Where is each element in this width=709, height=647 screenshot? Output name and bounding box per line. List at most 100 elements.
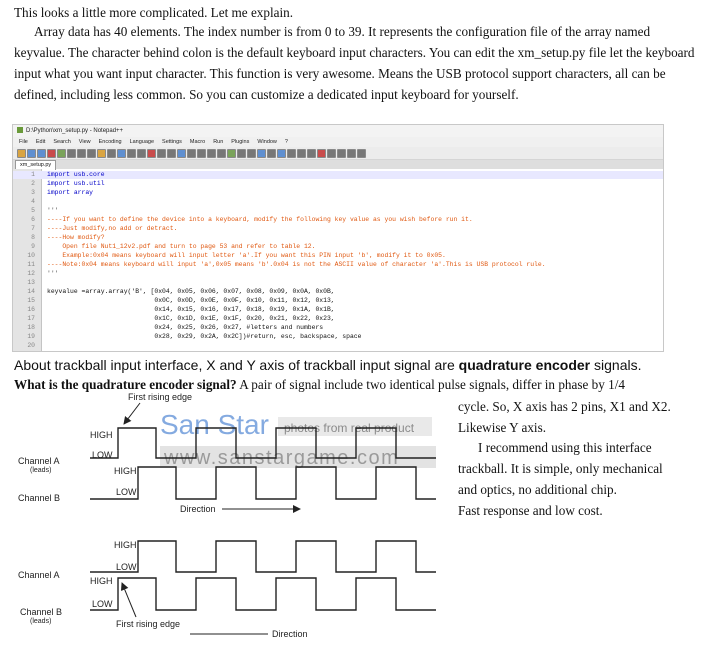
recommendation: I recommend using this interface trackbal… [458,437,698,521]
toolbar-button[interactable] [117,149,126,158]
channel-b-label-bottom: Channel B [20,607,62,617]
code-line: 14 keyvalue =array.array('B', [0x04, 0x05… [13,288,663,296]
toolbar-button[interactable] [167,149,176,158]
toolbar-button[interactable] [347,149,356,158]
menu-item[interactable]: View [79,139,91,145]
channel-b-label: Channel B [18,493,60,503]
menu-item[interactable]: Edit [36,139,45,145]
menu-item[interactable]: Settings [162,139,182,145]
line-number: 20 [27,342,35,349]
toolbar-button[interactable] [47,149,56,158]
code-text: import usb.core [47,171,105,178]
menu-item[interactable]: Plugins [231,139,249,145]
menu-item[interactable]: ? [285,139,288,145]
toolbar-button[interactable] [107,149,116,158]
toolbar-button[interactable] [147,149,156,158]
intro-heading: This looks a little more complicated. Le… [14,5,294,20]
recommend-line: and optics, no additional chip. [458,482,617,497]
code-text: ----Note:0x04 means keyboard will input … [47,261,546,268]
line-number: 15 [27,297,35,304]
notepad-icon [17,127,23,134]
editor-tab-bar: xm_setup.py [13,160,663,170]
code-line: 7 ----Just modify,no add or detract. [13,225,663,233]
code-text: ----Just modify,no add or detract. [47,225,178,232]
channel-a-label-bottom: Channel A [18,570,60,580]
toolbar-button[interactable] [327,149,336,158]
line-number: 11 [27,261,35,268]
editor-menu-bar: File Edit Search View Encoding Language Settin… [13,137,663,147]
menu-item[interactable]: Macro [190,139,205,145]
toolbar-button[interactable] [37,149,46,158]
code-line: 13 [13,279,663,287]
menu-item[interactable]: Run [213,139,223,145]
code-text: 0x24, 0x25, 0x26, 0x27, #letters and num… [47,324,324,331]
menu-item[interactable]: Language [130,139,154,145]
toolbar-button[interactable] [197,149,206,158]
toolbar-button[interactable] [287,149,296,158]
menu-item[interactable]: File [19,139,28,145]
code-line: 5 ''' [13,207,663,215]
code-text: keyvalue =array.array('B', [0x04, 0x05, … [47,288,335,295]
toolbar-button[interactable] [27,149,36,158]
code-text: import usb.util [47,180,105,187]
toolbar-button[interactable] [157,149,166,158]
menu-item[interactable]: Encoding [99,139,122,145]
toolbar-button[interactable] [17,149,26,158]
code-line: 12 ''' [13,270,663,278]
toolbar-button[interactable] [297,149,306,158]
toolbar-button[interactable] [277,149,286,158]
low-label-bottom: LOW [116,562,137,572]
toolbar-button[interactable] [217,149,226,158]
toolbar-button[interactable] [247,149,256,158]
answer-continuation: cycle. So, X axis has 2 pins, X1 and X2.… [458,396,698,438]
toolbar-button[interactable] [307,149,316,158]
toolbar-button[interactable] [337,149,346,158]
code-line: 10 Example:0x04 means keyboard will inpu… [13,252,663,260]
toolbar-button[interactable] [267,149,276,158]
toolbar-button[interactable] [177,149,186,158]
toolbar-button[interactable] [257,149,266,158]
quadrature-timing-diagram: San Star photos from real product www.sa… [18,392,436,639]
code-line: 16 0x14, 0x15, 0x16, 0x17, 0x18, 0x19, 0… [13,306,663,314]
code-editor[interactable]: 1 import usb.core 2 import usb.util 3 import … [13,169,663,351]
code-text: 0x0C, 0x0D, 0x0E, 0x0F, 0x10, 0x11, 0x12… [47,297,335,304]
high-label-bottom-b: HIGH [90,576,113,586]
toolbar-button[interactable] [187,149,196,158]
code-line: 17 0x1C, 0x1D, 0x1E, 0x1F, 0x20, 0x21, 0… [13,315,663,323]
first-edge-arrow [123,402,141,425]
line-number: 16 [27,306,35,313]
toolbar-button[interactable] [137,149,146,158]
toolbar-button[interactable] [67,149,76,158]
toolbar-button[interactable] [237,149,246,158]
line-number: 4 [31,198,35,205]
direction-label: Direction [180,504,216,514]
code-line: 4 [13,198,663,206]
code-text: ''' [47,207,59,214]
toolbar-button[interactable] [57,149,66,158]
line-number: 18 [27,324,35,331]
line-number: 12 [27,270,35,277]
toolbar-button[interactable] [227,149,236,158]
toolbar-button[interactable] [87,149,96,158]
line-number: 14 [27,288,35,295]
toolbar-button[interactable] [127,149,136,158]
line-number: 8 [31,234,35,241]
line-number: 7 [31,225,35,232]
line-number: 2 [31,180,35,187]
editor-title-bar: D:\Python\xm_setup.py - Notepad++ [13,125,663,137]
quadrature-encoder-emphasis: quadrature encoder [458,357,591,373]
code-text: 0x1C, 0x1D, 0x1E, 0x1F, 0x20, 0x21, 0x22… [47,315,335,322]
toolbar-button[interactable] [317,149,326,158]
code-line: 2 import usb.util [13,180,663,188]
toolbar-button[interactable] [207,149,216,158]
toolbar-button[interactable] [357,149,366,158]
answer-line: cycle. So, X axis has 2 pins, X1 and X2. [458,399,671,414]
answer-line: Likewise Y axis. [458,420,547,435]
toolbar-button[interactable] [97,149,106,158]
menu-item[interactable]: Search [53,139,70,145]
menu-item[interactable]: Window [257,139,277,145]
low-label-b: LOW [116,487,137,497]
line-number: 13 [27,279,35,286]
first-rising-edge-label-bottom: First rising edge [116,619,180,629]
toolbar-button[interactable] [77,149,86,158]
